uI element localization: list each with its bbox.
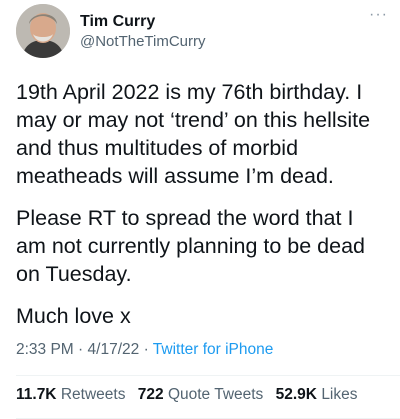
- retweets-label: Retweets: [60, 386, 126, 403]
- tweet-text: 19th April 2022 is my 76th birthday. I m…: [16, 78, 388, 344]
- ellipsis-icon[interactable]: ···: [369, 6, 388, 24]
- quote-tweets-count: 722: [137, 386, 164, 403]
- divider: [16, 375, 400, 376]
- quote-tweets-stat[interactable]: 722 Quote Tweets: [138, 386, 264, 403]
- tweet-paragraph: Much love x: [16, 304, 131, 328]
- tweet-header: Tim Curry @NotTheTimCurry ···: [16, 4, 388, 58]
- tweet-date[interactable]: 4/17/22: [88, 341, 140, 358]
- meta-separator: ·: [143, 341, 149, 358]
- tweet-source-link[interactable]: Twitter for iPhone: [153, 341, 274, 358]
- tweet-meta: 2:33 PM · 4/17/22 · Twitter for iPhone: [16, 341, 273, 359]
- retweets-stat[interactable]: 11.7K Retweets: [16, 386, 125, 403]
- likes-label: Likes: [321, 386, 358, 403]
- person-avatar-icon: [16, 4, 70, 58]
- author-display-name[interactable]: Tim Curry: [80, 12, 206, 32]
- author-names: Tim Curry @NotTheTimCurry: [80, 12, 206, 52]
- avatar[interactable]: [16, 4, 70, 58]
- meta-separator: ·: [78, 341, 84, 358]
- tweet-paragraph: 19th April 2022 is my 76th birthday. I m…: [16, 80, 371, 188]
- likes-count: 52.9K: [275, 386, 317, 403]
- author-handle[interactable]: @NotTheTimCurry: [80, 32, 206, 52]
- tweet-time[interactable]: 2:33 PM: [16, 341, 74, 358]
- tweet-paragraph: Please RT to spread the word that I am n…: [16, 206, 366, 286]
- quote-tweets-label: Quote Tweets: [167, 386, 264, 403]
- retweets-count: 11.7K: [16, 386, 57, 403]
- tweet-stats: 11.7K Retweets 722 Quote Tweets 52.9K Li…: [16, 386, 358, 404]
- likes-stat[interactable]: 52.9K Likes: [276, 386, 358, 403]
